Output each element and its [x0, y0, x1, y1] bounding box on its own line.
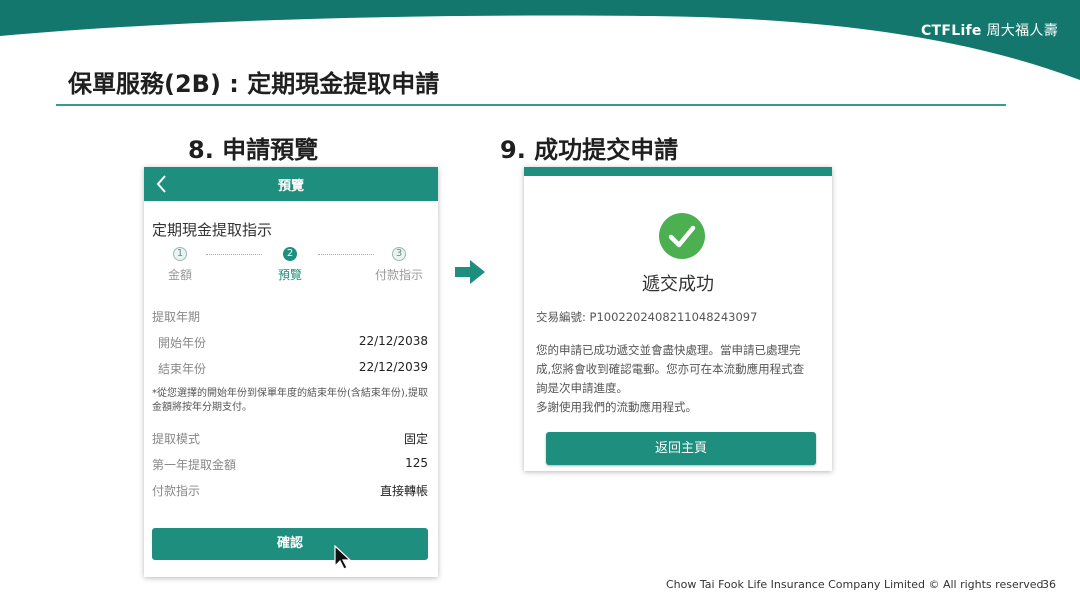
end-year-label: 結束年份 — [158, 362, 207, 376]
title-divider — [56, 104, 1006, 106]
page-number: 36 — [1042, 578, 1056, 591]
description-line: 您的申請已成功遞交並會盡快處理。當申請已處理完 — [536, 343, 801, 357]
step8-title: 8. 申請預覽 — [188, 136, 319, 164]
transaction-value: P1002202408211048243097 — [589, 310, 758, 324]
form-title: 定期現金提取指示 — [152, 221, 273, 239]
first-year-amount-label: 第一年提取金額 — [152, 458, 237, 472]
first-year-amount-value: 125 — [405, 456, 428, 470]
top-strip — [524, 167, 832, 176]
step-amount: 1 金額 — [140, 247, 220, 283]
confirm-button[interactable]: 確認 — [152, 528, 428, 560]
payment-instruction-label: 付款指示 — [152, 484, 201, 498]
step-label: 付款指示 — [374, 268, 423, 282]
step-number: 3 — [392, 247, 406, 261]
nav-bar: 預覽 — [144, 167, 438, 201]
success-check-icon — [659, 213, 705, 259]
footer-copyright: Chow Tai Fook Life Insurance Company Lim… — [666, 578, 1044, 591]
success-description: 您的申請已成功遞交並會盡快處理。當申請已處理完 成,您將會收到確認電郵。您亦可在… — [536, 341, 830, 417]
start-year-label: 開始年份 — [158, 336, 207, 350]
step-label: 預覽 — [277, 268, 302, 282]
transaction-label: 交易編號: — [536, 310, 586, 324]
preview-screen: 預覽 定期現金提取指示 1 金額 2 預覽 3 付款指示 提取年期 開始年份 2… — [144, 167, 438, 577]
withdrawal-period-label: 提取年期 — [152, 310, 201, 324]
withdrawal-mode-label: 提取模式 — [152, 432, 201, 446]
right-arrow-icon — [455, 260, 485, 284]
brand-chinese: 周大福人壽 — [986, 23, 1058, 39]
brand-ctf: CTFLife — [920, 23, 982, 39]
stepper: 1 金額 2 預覽 3 付款指示 — [144, 247, 438, 287]
step-number: 1 — [173, 247, 187, 261]
start-year-value: 22/12/2038 — [358, 334, 428, 348]
description-line: 詢是次申請進度。 — [536, 381, 628, 395]
step-number: 2 — [283, 247, 297, 261]
mouse-pointer-icon — [334, 545, 352, 570]
page-title: 保單服務(2B) : 定期現金提取申請 — [68, 70, 440, 98]
end-year-value: 22/12/2039 — [358, 360, 428, 374]
success-title: 遞交成功 — [642, 274, 714, 295]
payment-instruction-value: 直接轉帳 — [379, 484, 428, 498]
transaction-number: 交易編號: P1002202408211048243097 — [536, 309, 757, 325]
step-label: 金額 — [167, 268, 192, 282]
description-line: 多謝使用我們的流動應用程式。 — [536, 400, 697, 414]
nav-title: 預覽 — [277, 179, 304, 194]
step-payment: 3 付款指示 — [359, 247, 439, 283]
withdrawal-note: *從您選擇的開始年份到保單年度的結束年份(含結束年份),提取金額將按年分期支付。 — [152, 388, 428, 413]
brand-logo: CTFLife 周大福人壽 — [921, 20, 1058, 40]
success-screen: 遞交成功 交易編號: P1002202408211048243097 您的申請已… — [524, 167, 832, 471]
back-to-home-button[interactable]: 返回主頁 — [546, 432, 816, 465]
step-preview: 2 預覽 — [250, 247, 330, 283]
description-line: 成,您將會收到確認電郵。您亦可在本流動應用程式查 — [536, 362, 805, 376]
withdrawal-mode-value: 固定 — [403, 432, 428, 446]
step9-title: 9. 成功提交申請 — [500, 136, 679, 164]
